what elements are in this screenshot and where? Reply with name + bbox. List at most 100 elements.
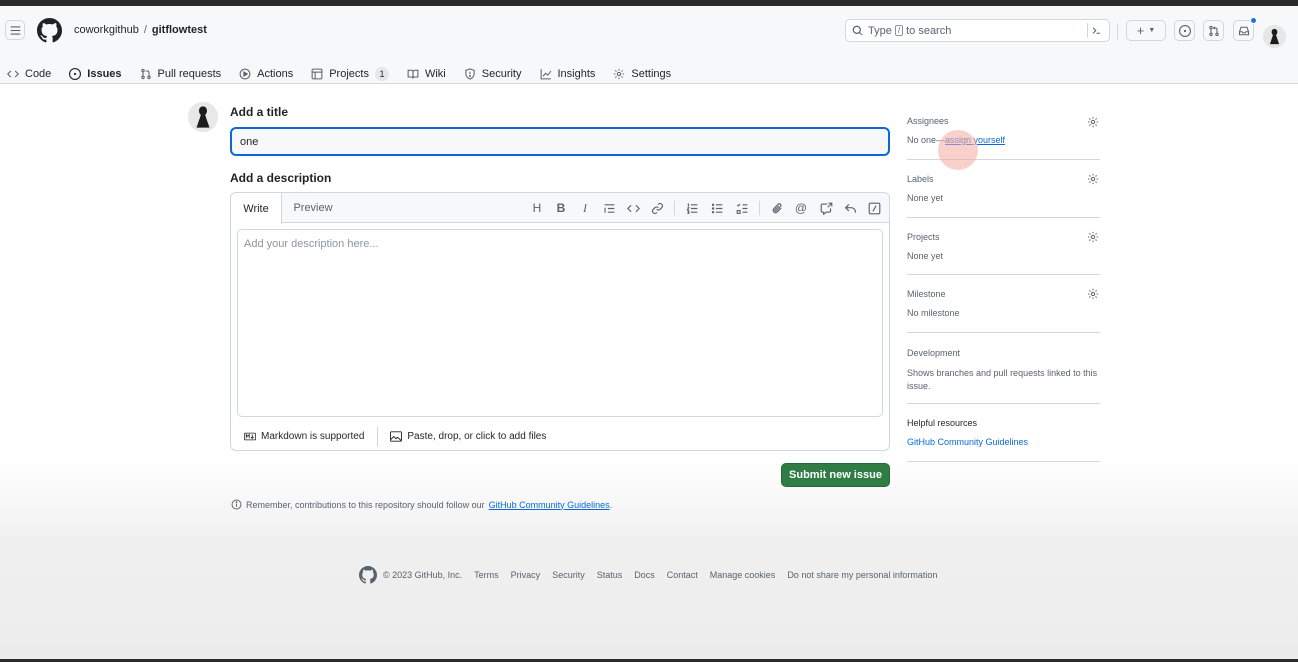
search-placeholder-suffix: to search	[906, 24, 952, 37]
issues-icon[interactable]	[1174, 20, 1195, 41]
footer-link-security[interactable]: Security	[552, 570, 585, 580]
play-icon	[239, 68, 251, 80]
toolbar-divider	[759, 201, 760, 215]
projects-value: None yet	[907, 251, 944, 261]
tab-label: Security	[481, 68, 522, 80]
code-icon	[7, 70, 19, 78]
description-textarea[interactable]	[237, 229, 883, 417]
ordered-list-icon[interactable]	[684, 200, 700, 216]
description-editor: Write Preview H B I @ Add your descripti…	[230, 192, 890, 451]
tab-write[interactable]: Write	[231, 193, 282, 224]
italic-icon[interactable]: I	[577, 200, 593, 216]
issue-title-input[interactable]	[230, 127, 890, 156]
development-value: Shows branches and pull requests linked …	[907, 368, 1098, 391]
info-icon	[231, 499, 242, 510]
breadcrumb-separator: /	[143, 24, 147, 36]
reminder-text: Remember, contributions to this reposito…	[246, 499, 485, 510]
search-shortcut-key: /	[894, 25, 904, 36]
pull-requests-icon[interactable]	[1203, 20, 1224, 41]
quote-icon[interactable]	[601, 200, 617, 216]
editor-footer: Markdown is supported Paste, drop, or cl…	[231, 423, 889, 450]
footer-link-manage-cookies[interactable]: Manage cookies	[710, 570, 776, 580]
footer-link-terms[interactable]: Terms	[474, 570, 499, 580]
tab-label: Issues	[87, 68, 122, 80]
editor-toolbar: Write Preview H B I @	[231, 193, 889, 224]
unordered-list-icon[interactable]	[709, 200, 725, 216]
gear-icon[interactable]	[1086, 230, 1100, 244]
milestone-section: Milestone No milestone	[907, 275, 1100, 333]
git-pull-request-icon	[140, 68, 151, 80]
page-footer: © 2023 GitHub, Inc. Terms Privacy Securi…	[359, 566, 949, 584]
github-logo-icon[interactable]	[359, 566, 377, 584]
code-icon[interactable]	[625, 200, 641, 216]
create-new-button[interactable]: + ▼	[1126, 20, 1166, 41]
author-avatar	[188, 102, 218, 132]
gear-icon[interactable]	[1086, 287, 1100, 301]
link-icon[interactable]	[649, 200, 665, 216]
reminder-period: .	[609, 499, 613, 510]
footer-link-docs[interactable]: Docs	[634, 570, 655, 580]
gear-icon	[614, 68, 625, 80]
hamburger-menu-icon[interactable]	[5, 20, 25, 40]
issue-sidebar: Assignees No one—assign yourself Labels …	[907, 104, 1100, 462]
submit-new-issue-button[interactable]: Submit new issue	[781, 463, 890, 487]
table-icon	[311, 68, 323, 80]
issue-opened-icon	[69, 68, 82, 80]
bold-icon[interactable]: B	[553, 200, 569, 216]
search-icon	[852, 25, 863, 36]
footer-link-contact[interactable]: Contact	[667, 570, 698, 580]
attach-note: Paste, drop, or click to add files	[407, 431, 547, 442]
footer-link-do-not-share[interactable]: Do not share my personal information	[787, 570, 937, 580]
assign-yourself-link[interactable]: assign yourself	[945, 135, 1005, 145]
labels-value: None yet	[907, 193, 944, 203]
avatar[interactable]	[1263, 25, 1286, 48]
markdown-note: Markdown is supported	[261, 431, 365, 442]
toolbar-divider	[674, 201, 675, 215]
attach-files-button[interactable]: Paste, drop, or click to add files	[378, 431, 546, 442]
gear-icon[interactable]	[1086, 115, 1100, 129]
assignees-title: Assignees	[907, 116, 949, 126]
search-placeholder-prefix: Type	[868, 24, 892, 37]
breadcrumb: coworkgithub / gitflowtest	[74, 24, 207, 36]
notification-dot	[1250, 17, 1257, 24]
development-section: Development Shows branches and pull requ…	[907, 333, 1100, 404]
slash-commands-icon[interactable]	[866, 200, 882, 216]
search-input[interactable]: Type / to search	[845, 19, 1110, 42]
breadcrumb-owner[interactable]: coworkgithub	[74, 24, 139, 36]
labels-title: Labels	[907, 174, 934, 184]
tab-label: Code	[25, 68, 52, 80]
footer-link-privacy[interactable]: Privacy	[511, 570, 541, 580]
markdown-supported-link[interactable]: Markdown is supported	[231, 426, 379, 447]
projects-title: Projects	[907, 232, 940, 242]
development-title: Development	[907, 348, 961, 358]
terminal-icon[interactable]	[1087, 23, 1105, 38]
sidebar-guidelines-link[interactable]: GitHub Community Guidelines	[907, 437, 1100, 447]
graph-icon	[540, 69, 551, 80]
image-icon	[390, 431, 403, 442]
markdown-icon	[244, 432, 256, 441]
description-label: Add a description	[230, 171, 332, 185]
tab-preview[interactable]: Preview	[283, 193, 343, 223]
mention-icon[interactable]: @	[793, 200, 809, 216]
heading-icon[interactable]: H	[529, 200, 545, 216]
shield-icon	[465, 68, 475, 80]
repo-header: coworkgithub / gitflowtest Type / to search …	[0, 6, 1298, 91]
contribution-reminder: Remember, contributions to this reposito…	[231, 499, 612, 510]
tab-label: Pull requests	[157, 68, 222, 80]
labels-section: Labels None yet	[907, 160, 1100, 218]
title-label: Add a title	[230, 105, 289, 119]
paperclip-icon[interactable]	[769, 200, 785, 216]
cross-reference-icon[interactable]	[818, 200, 834, 216]
footer-background	[0, 460, 1298, 662]
milestone-title: Milestone	[907, 289, 946, 299]
helpful-resources-title: Helpful resources	[907, 418, 978, 428]
breadcrumb-repo[interactable]: gitflowtest	[152, 24, 207, 36]
community-guidelines-link[interactable]: GitHub Community Guidelines	[489, 500, 610, 510]
github-logo-icon[interactable]	[37, 18, 62, 43]
reply-icon[interactable]	[842, 200, 858, 216]
task-list-icon[interactable]	[734, 200, 750, 216]
tab-label: Projects	[329, 68, 369, 80]
footer-link-status[interactable]: Status	[597, 570, 623, 580]
assignees-section: Assignees No one—assign yourself	[907, 104, 1100, 160]
gear-icon[interactable]	[1086, 172, 1100, 186]
